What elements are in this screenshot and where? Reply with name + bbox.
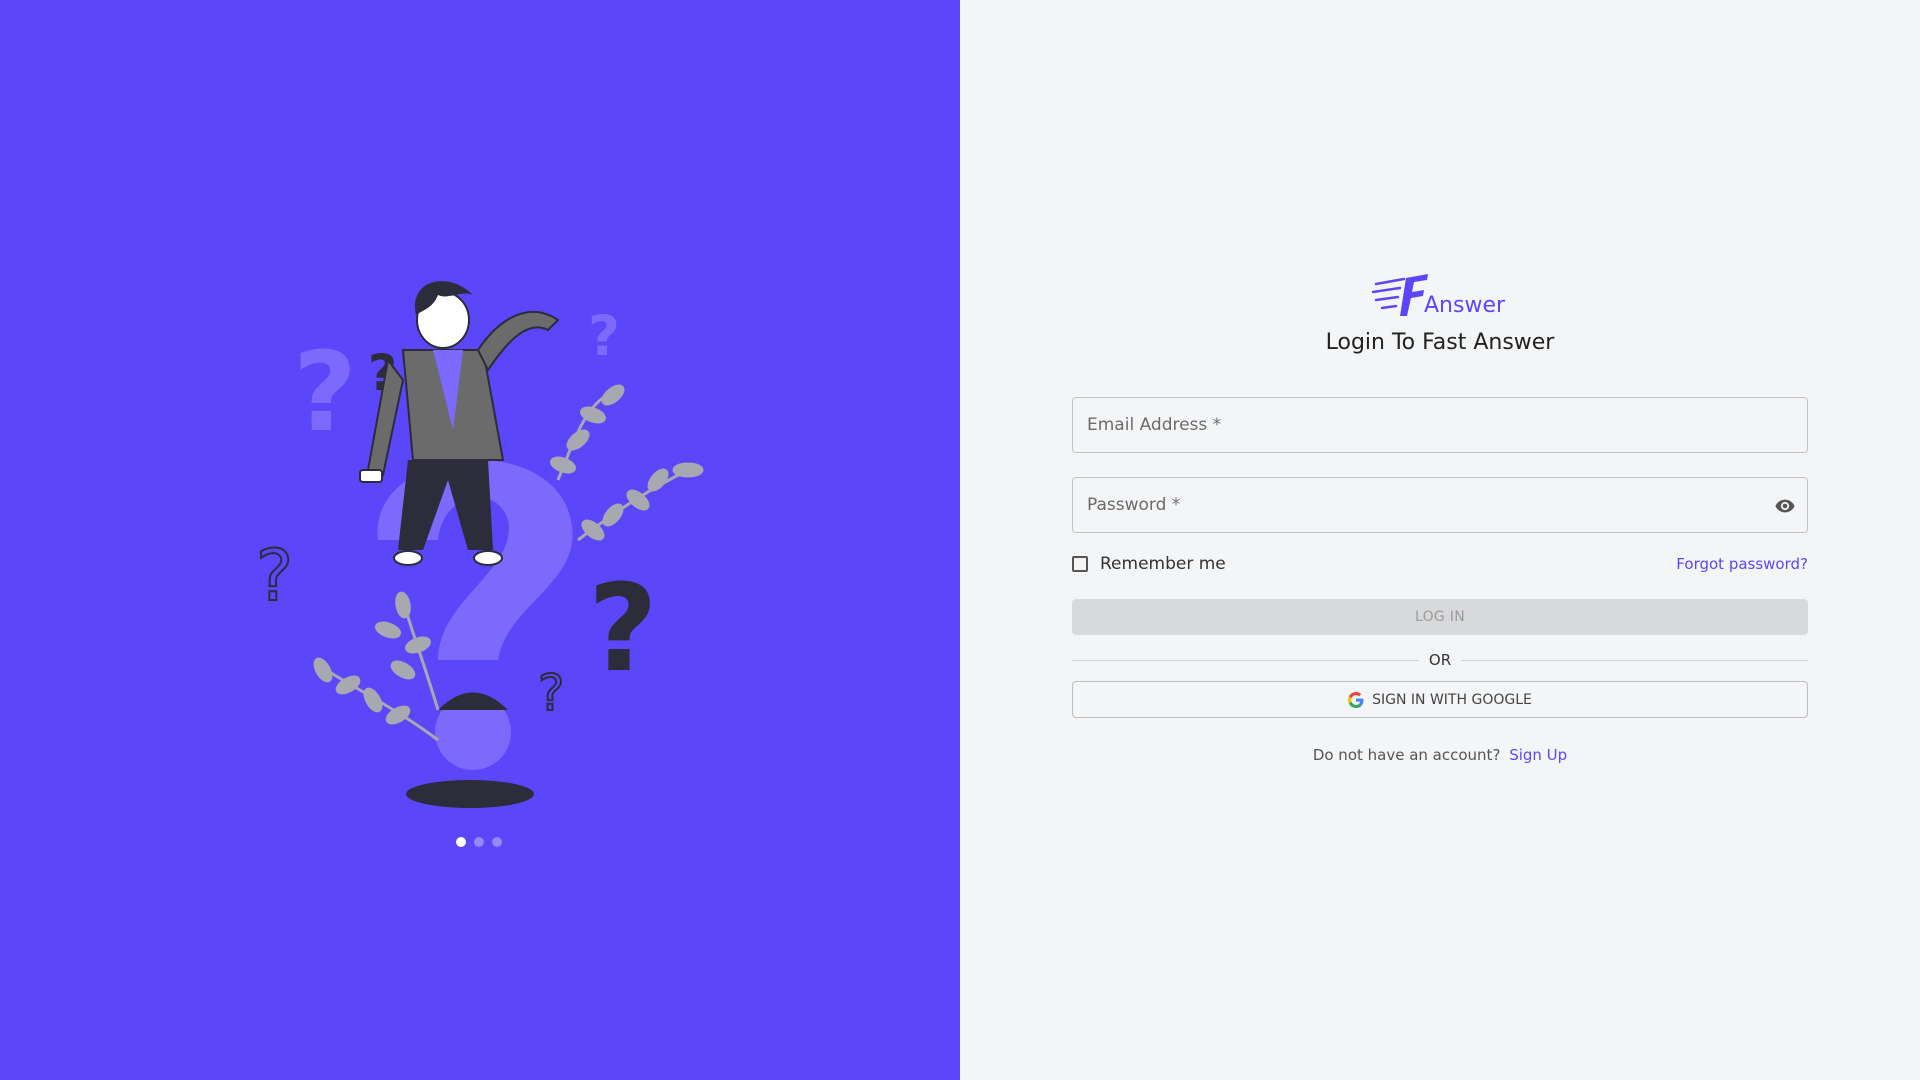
divider-line-left: [1072, 659, 1419, 661]
google-icon: [1348, 691, 1364, 708]
illustration-panel: ? ? ? ? ? ?: [0, 0, 960, 1080]
logo: Answer: [1072, 270, 1808, 322]
login-options: Remember me Forgot password?: [1072, 551, 1808, 577]
email-input[interactable]: [1073, 398, 1807, 452]
carousel-dot-2[interactable]: [474, 837, 484, 847]
carousel-dots: [456, 837, 502, 847]
svg-text:?: ?: [293, 328, 357, 456]
login-form: Answer Login To Fast Answer Remember me …: [1072, 270, 1809, 764]
signup-prompt: Do not have an account? Sign Up: [1072, 746, 1808, 764]
email-field[interactable]: [1072, 397, 1808, 453]
page-title: Login To Fast Answer: [1325, 330, 1555, 355]
remember-me[interactable]: Remember me: [1072, 554, 1226, 574]
checkbox-icon[interactable]: [1072, 556, 1088, 572]
svg-text:?: ?: [588, 304, 620, 368]
divider-line-right: [1461, 659, 1809, 661]
svg-text:Answer: Answer: [1424, 293, 1506, 318]
remember-label: Remember me: [1100, 554, 1226, 574]
password-input[interactable]: [1073, 478, 1807, 532]
visibility-eye-icon[interactable]: [1773, 495, 1797, 517]
or-divider: OR: [1072, 651, 1809, 669]
forgot-password-link[interactable]: Forgot password?: [1676, 555, 1808, 573]
carousel-dot-3[interactable]: [492, 837, 502, 847]
signup-prompt-text: Do not have an account?: [1312, 746, 1501, 764]
google-signin-button[interactable]: SIGN IN WITH GOOGLE: [1072, 681, 1808, 718]
signup-link[interactable]: Sign Up: [1509, 746, 1567, 764]
password-field[interactable]: [1072, 477, 1808, 533]
svg-text:?: ?: [538, 664, 565, 722]
login-button[interactable]: LOG IN: [1072, 599, 1808, 635]
carousel-dot-1[interactable]: [456, 837, 466, 847]
google-signin-label: SIGN IN WITH GOOGLE: [1372, 691, 1532, 708]
confused-person-illustration: ? ? ? ? ? ?: [255, 281, 704, 808]
svg-text:?: ?: [588, 560, 658, 699]
login-panel: Answer Login To Fast Answer Remember me …: [960, 0, 1920, 1080]
or-label: OR: [1428, 651, 1452, 669]
fast-answer-logo-icon: Answer: [1371, 274, 1506, 318]
svg-text:?: ?: [256, 535, 293, 617]
